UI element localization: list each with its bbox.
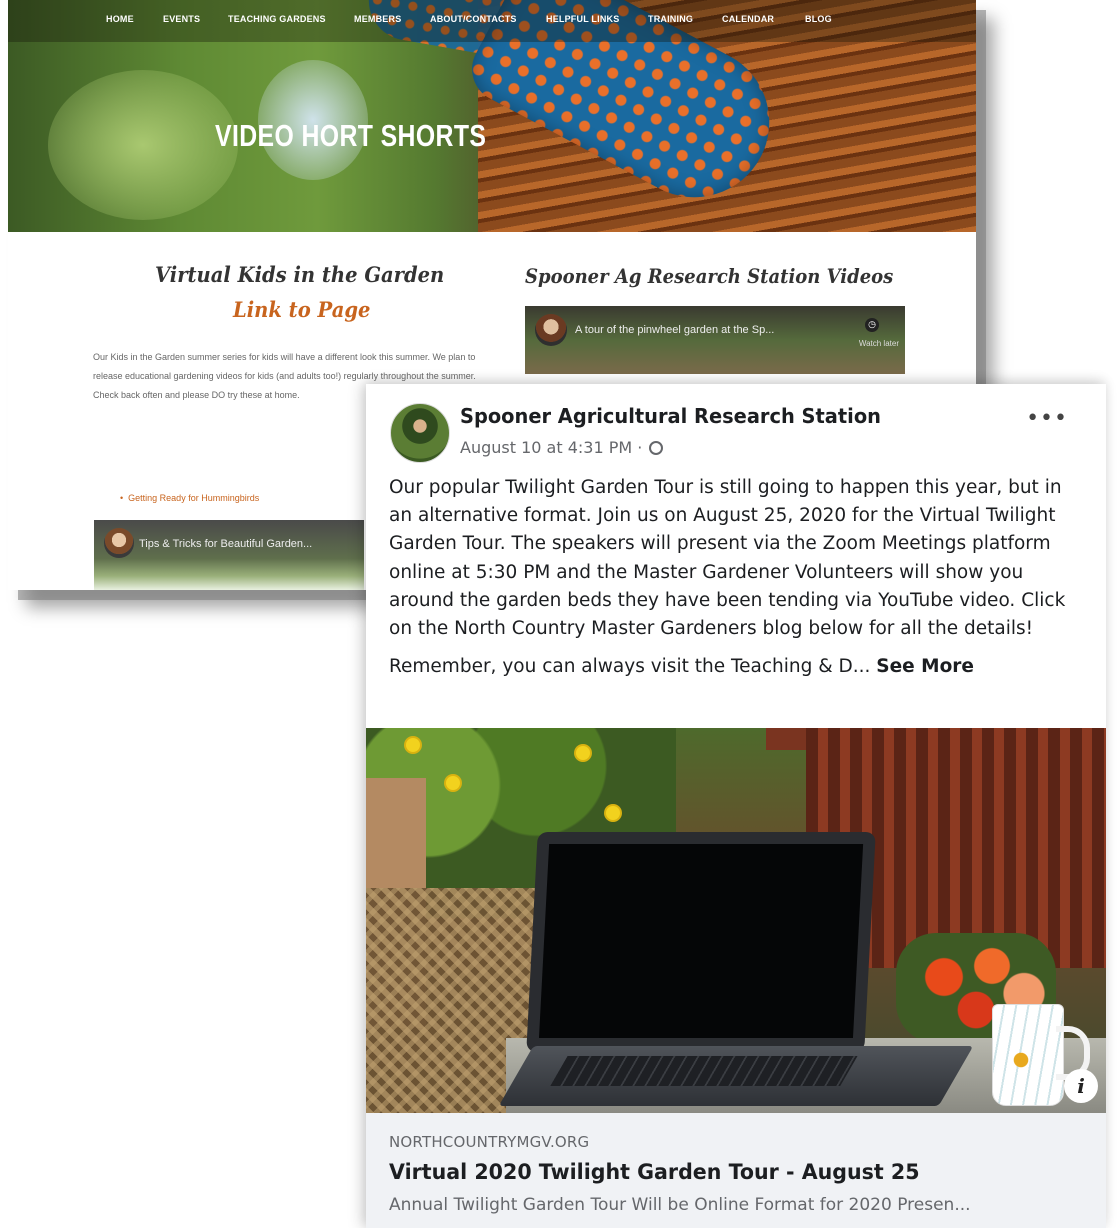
laptop-keys [550,1056,858,1086]
facebook-post: Spooner Agricultural Research Station Au… [366,384,1106,1228]
kids-garden-heading: Virtual Kids in the Garden [155,262,445,287]
post-paragraph-truncated: Remember, you can always visit the Teach… [389,653,1089,681]
spooner-videos-heading: Spooner Ag Research Station Videos [525,264,894,288]
nav-item-about-contacts[interactable]: ABOUT/CONTACTS [430,14,517,24]
site-nav: HOME EVENTS TEACHING GARDENS MEMBERS ABO… [8,0,976,42]
page-name[interactable]: Spooner Agricultural Research Station [460,404,881,428]
nav-item-members[interactable]: MEMBERS [354,14,401,24]
watch-later-icon[interactable]: ◷ [865,318,879,332]
yellow-flower [576,746,590,760]
nav-item-events[interactable]: EVENTS [163,14,200,24]
video-embed-pinwheel-garden[interactable]: A tour of the pinwheel garden at the Sp.… [525,306,905,374]
coffee-mug [992,1004,1064,1106]
link-description: Annual Twilight Garden Tour Will be Onli… [389,1195,971,1215]
link-preview-card[interactable]: NORTHCOUNTRYMGV.ORG Virtual 2020 Twiligh… [366,1113,1106,1228]
nav-item-helpful-links[interactable]: HELPFUL LINKS [546,14,619,24]
nav-item-teaching-gardens[interactable]: TEACHING GARDENS [228,14,326,24]
post-body: Our popular Twilight Garden Tour is stil… [389,474,1089,691]
info-icon[interactable]: i [1064,1069,1098,1103]
see-more-link[interactable]: See More [876,656,974,677]
link-domain: NORTHCOUNTRYMGV.ORG [389,1133,590,1151]
nav-item-blog[interactable]: BLOG [805,14,832,24]
hummingbirds-link-label[interactable]: Getting Ready for Hummingbirds [128,493,259,503]
link-preview-image[interactable]: i [366,728,1106,1113]
video-embed-tips-tricks[interactable]: Tips & Tricks for Beautiful Garden... [94,520,364,590]
laptop-keyboard-base [498,1046,974,1106]
channel-avatar [104,528,134,558]
nav-item-calendar[interactable]: CALENDAR [722,14,774,24]
yellow-flower [446,776,460,790]
yellow-flower [406,738,420,752]
nav-item-home[interactable]: HOME [106,14,134,24]
hero-background-foliage [48,70,238,220]
hummingbirds-link[interactable]: • Getting Ready for Hummingbirds [120,493,259,503]
post-paragraph-text: Remember, you can always visit the Teach… [389,656,877,678]
timestamp-text[interactable]: August 10 at 4:31 PM · [460,438,647,457]
yellow-flower [606,806,620,820]
channel-avatar [535,314,567,346]
more-options-icon[interactable]: ••• [1026,408,1068,430]
link-to-page[interactable]: Link to Page [233,297,370,322]
post-timestamp: August 10 at 4:31 PM · [460,438,664,457]
laptop-screen [526,832,876,1052]
nav-item-training[interactable]: TRAINING [648,14,693,24]
page-avatar[interactable] [390,403,450,463]
hero-banner: HOME EVENTS TEACHING GARDENS MEMBERS ABO… [8,0,976,232]
globe-icon [649,441,664,455]
watch-later-label[interactable]: Watch later [859,339,899,348]
video-title[interactable]: Tips & Tricks for Beautiful Garden... [139,538,312,550]
video-title[interactable]: A tour of the pinwheel garden at the Sp.… [575,324,774,336]
hero-title: VIDEO HORT SHORTS [215,118,487,153]
link-title[interactable]: Virtual 2020 Twilight Garden Tour - Augu… [389,1160,920,1184]
post-paragraph: Our popular Twilight Garden Tour is stil… [389,477,1066,640]
laptop-display [538,844,864,1038]
